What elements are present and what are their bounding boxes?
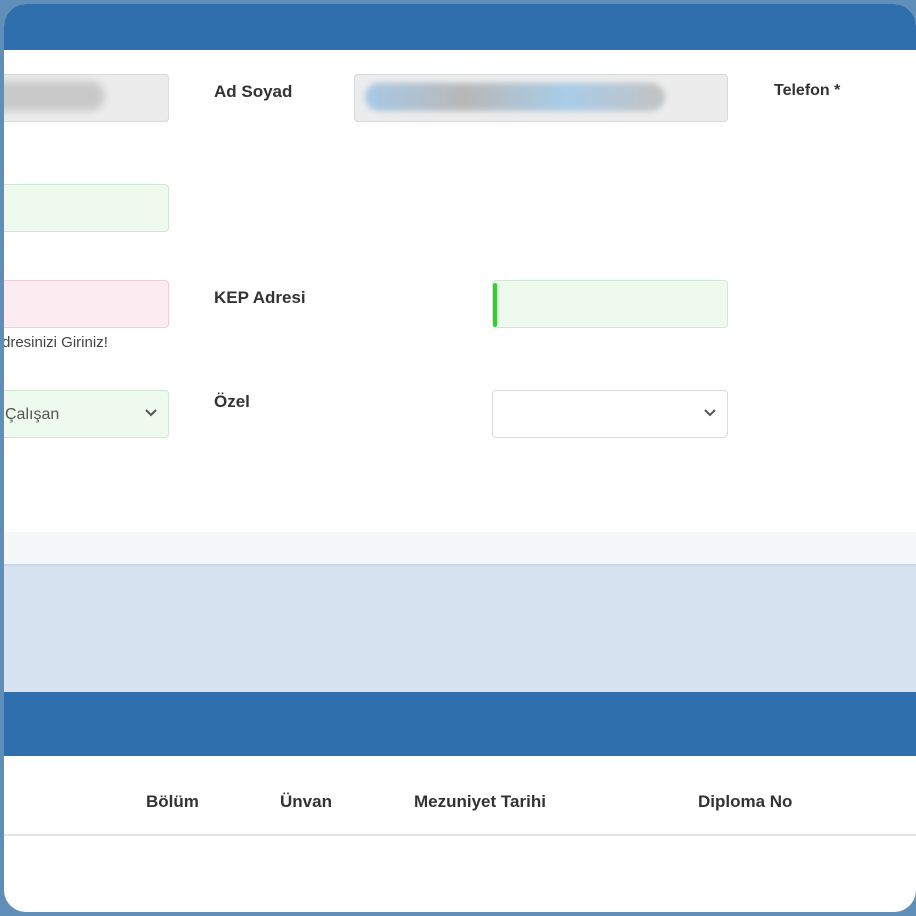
email-error-hint: dresinizi Giriniz! [4,334,108,351]
column-header-mezuniyet-tarihi[interactable]: Mezuniyet Tarihi [414,792,546,812]
ad-soyad-label: Ad Soyad [214,82,293,101]
telefon-label: Telefon * [774,82,841,99]
column-header-unvan[interactable]: Ünvan [280,792,332,812]
kep-adresi-input[interactable] [493,281,727,327]
kep-adresi-label: KEP Adresi [214,288,306,307]
column-header-diploma-no[interactable]: Diploma No [698,792,792,812]
focus-caret [493,283,497,327]
email-field[interactable] [4,280,169,328]
ozel-select[interactable] [492,390,728,438]
chevron-down-icon [703,406,717,423]
calisan-select[interactable]: Çalışan [4,390,169,438]
device-frame: Ad Soyad Telefon * dresinizi Giriniz! KE… [0,0,916,916]
redacted-content [365,83,665,111]
ad-soyad-field[interactable] [354,74,728,122]
table-header-row: Bölüm Ünvan Mezuniyet Tarihi Diploma No [4,756,916,836]
top-header-bar [4,4,916,50]
green-input-field[interactable] [4,184,169,232]
table-header-bar [4,692,916,756]
ozel-label: Özel [214,392,250,411]
screen: Ad Soyad Telefon * dresinizi Giriniz! KE… [4,4,916,912]
section-separator [4,532,916,564]
chevron-down-icon [144,406,158,423]
redacted-field-left[interactable] [4,74,169,122]
green-input[interactable] [4,185,168,231]
kep-adresi-field[interactable] [492,280,728,328]
email-input[interactable] [4,281,168,327]
info-band [4,564,916,694]
column-header-bolum[interactable]: Bölüm [146,792,199,812]
redacted-content [4,81,105,111]
calisan-select-value: Çalışan [5,406,60,423]
